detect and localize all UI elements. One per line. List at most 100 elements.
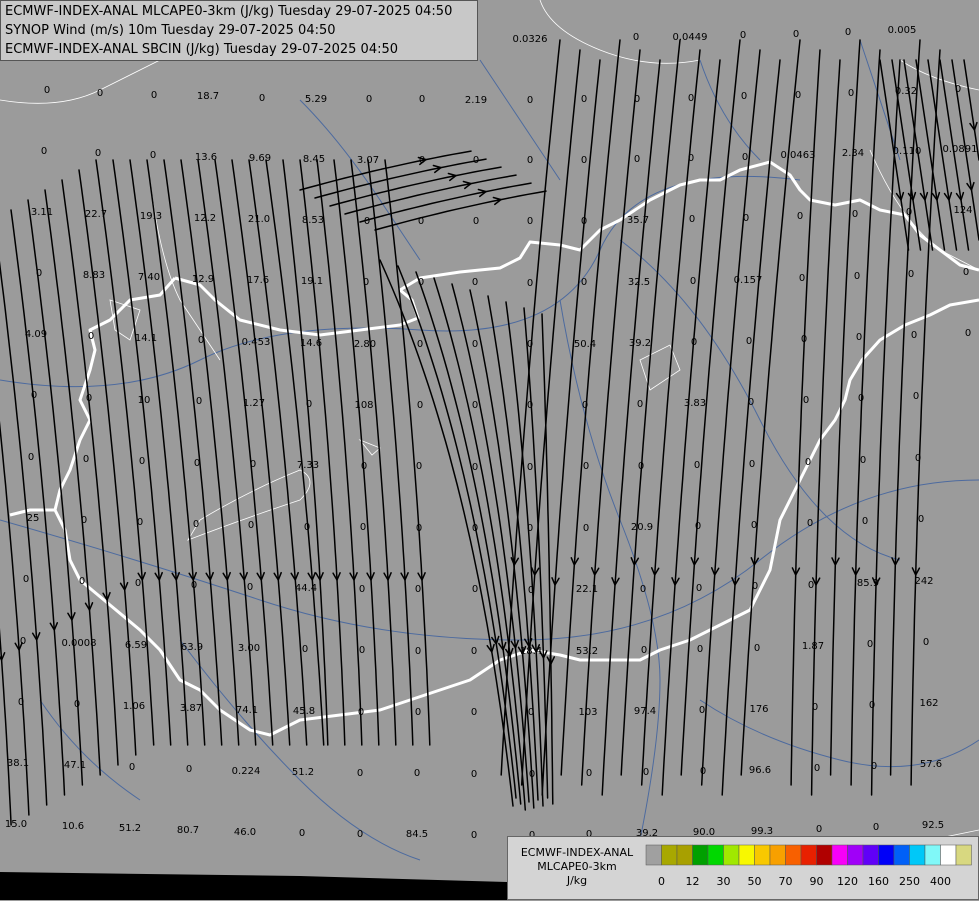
sbcin-value: 0 bbox=[137, 517, 143, 528]
sbcin-value: 0 bbox=[366, 94, 372, 105]
sbcin-value: 0 bbox=[471, 646, 477, 657]
legend-swatch bbox=[816, 844, 833, 866]
sbcin-value: 0.453 bbox=[242, 337, 271, 348]
sbcin-value: 0 bbox=[527, 278, 533, 289]
sbcin-value: 0.005 bbox=[888, 25, 917, 36]
sbcin-value: 0 bbox=[97, 88, 103, 99]
sbcin-value: 0 bbox=[812, 702, 818, 713]
sbcin-value: 0 bbox=[527, 523, 533, 534]
sbcin-value: 0 bbox=[23, 574, 29, 585]
sbcin-value: 46.0 bbox=[234, 827, 256, 838]
sbcin-value: 0 bbox=[471, 707, 477, 718]
sbcin-value: 0 bbox=[527, 95, 533, 106]
sbcin-value: 0 bbox=[795, 90, 801, 101]
sbcin-value: 10 bbox=[138, 395, 151, 406]
sbcin-value: 8.83 bbox=[83, 270, 105, 281]
sbcin-value: 0 bbox=[586, 768, 592, 779]
sbcin-value: 0 bbox=[527, 462, 533, 473]
sbcin-value: 0 bbox=[418, 277, 424, 288]
sbcin-value: 15.0 bbox=[5, 819, 27, 830]
sbcin-value: 0 bbox=[854, 271, 860, 282]
sbcin-value: 0 bbox=[862, 516, 868, 527]
legend-swatch bbox=[862, 844, 879, 866]
weather-map: 0.0326 0 0.0449 0 0 0 0.005 0 0 0 0 0 18.7 0 5.29 0 0 2.1… bbox=[0, 0, 979, 900]
sbcin-value: 0 bbox=[751, 520, 757, 531]
sbcin-value: 0 bbox=[415, 646, 421, 657]
sbcin-value: 0 bbox=[799, 273, 805, 284]
sbcin-value: 38.1 bbox=[7, 758, 29, 769]
sbcin-value: 0 bbox=[582, 400, 588, 411]
sbcin-value: 0 bbox=[472, 277, 478, 288]
sbcin-value: 103 bbox=[578, 707, 597, 718]
sbcin-value: 0 bbox=[81, 515, 87, 526]
sbcin-value: 20.9 bbox=[631, 522, 653, 533]
legend-tick-label: 90 bbox=[810, 875, 824, 888]
sbcin-value: 0 bbox=[801, 334, 807, 345]
sbcin-value: 0 bbox=[852, 209, 858, 220]
sbcin-value: 0 bbox=[302, 644, 308, 655]
sbcin-value: 19.3 bbox=[140, 211, 162, 222]
sbcin-value: 0 bbox=[88, 331, 94, 342]
sbcin-value: 0 bbox=[741, 91, 747, 102]
sbcin-value: 0 bbox=[748, 397, 754, 408]
sbcin-value: 0 bbox=[845, 27, 851, 38]
sbcin-value: 0 bbox=[259, 93, 265, 104]
sbcin-value: 14.1 bbox=[135, 333, 157, 344]
sbcin-value: 12.9 bbox=[192, 274, 214, 285]
sbcin-value: 74.1 bbox=[236, 705, 258, 716]
sbcin-value: 0 bbox=[808, 580, 814, 591]
sbcin-value: 0 bbox=[191, 580, 197, 591]
sbcin-value: 0 bbox=[915, 453, 921, 464]
sbcin-value: 0 bbox=[139, 456, 145, 467]
header-line-synop-wind: SYNOP Wind (m/s) 10m Tuesday 29-07-2025 … bbox=[5, 23, 336, 38]
sbcin-value: 0 bbox=[749, 459, 755, 470]
sbcin-value: 0 bbox=[695, 521, 701, 532]
legend-tick-label: 120 bbox=[837, 875, 858, 888]
sbcin-value: 9.69 bbox=[249, 153, 271, 164]
sbcin-value: 0 bbox=[414, 768, 420, 779]
sbcin-value: 0 bbox=[364, 216, 370, 227]
sbcin-value: 0 bbox=[913, 391, 919, 402]
sbcin-value: 0 bbox=[527, 155, 533, 166]
sbcin-value: 44.4 bbox=[295, 583, 317, 594]
sbcin-value: 108 bbox=[354, 400, 373, 411]
sbcin-value: 84.5 bbox=[406, 829, 428, 840]
legend-swatch bbox=[676, 844, 693, 866]
sbcin-value: 0 bbox=[416, 523, 422, 534]
sbcin-value: 0 bbox=[198, 335, 204, 346]
sbcin-value: 0 bbox=[304, 522, 310, 533]
sbcin-value: 0 bbox=[86, 393, 92, 404]
sbcin-value: 0 bbox=[472, 462, 478, 473]
sbcin-value: 0 bbox=[472, 523, 478, 534]
sbcin-value: 0 bbox=[248, 520, 254, 531]
sbcin-value: 0 bbox=[689, 214, 695, 225]
sbcin-value: 0 bbox=[871, 761, 877, 772]
sbcin-value: 18.4 bbox=[520, 646, 542, 657]
sbcin-value: 0 bbox=[814, 763, 820, 774]
sbcin-value: 0 bbox=[472, 339, 478, 350]
sbcin-value: 3.11 bbox=[31, 207, 53, 218]
sbcin-value: 57.6 bbox=[920, 759, 942, 770]
sbcin-value: 6.59 bbox=[125, 640, 147, 651]
sbcin-value: 0 bbox=[955, 84, 961, 95]
sbcin-value: 0.0891 bbox=[943, 144, 978, 155]
sbcin-value: 0 bbox=[357, 829, 363, 840]
sbcin-value: 0 bbox=[911, 330, 917, 341]
sbcin-value: 0.110 bbox=[893, 146, 922, 157]
sbcin-value: 0 bbox=[419, 94, 425, 105]
sbcin-value: 0 bbox=[848, 88, 854, 99]
sbcin-value: 32.5 bbox=[628, 277, 650, 288]
sbcin-value: 0 bbox=[963, 267, 969, 278]
sbcin-value: 0 bbox=[581, 277, 587, 288]
sbcin-value: 0 bbox=[633, 32, 639, 43]
sbcin-value: 2.19 bbox=[465, 95, 487, 106]
sbcin-value: 0 bbox=[805, 457, 811, 468]
legend-tick-label: 250 bbox=[899, 875, 920, 888]
sbcin-value: 0 bbox=[359, 645, 365, 656]
sbcin-value: 51.2 bbox=[119, 823, 141, 834]
legend-swatch bbox=[769, 844, 786, 866]
sbcin-value: 176 bbox=[749, 704, 768, 715]
legend-tick-label: 160 bbox=[868, 875, 889, 888]
sbcin-value: 0 bbox=[873, 822, 879, 833]
sbcin-value: 0 bbox=[699, 705, 705, 716]
